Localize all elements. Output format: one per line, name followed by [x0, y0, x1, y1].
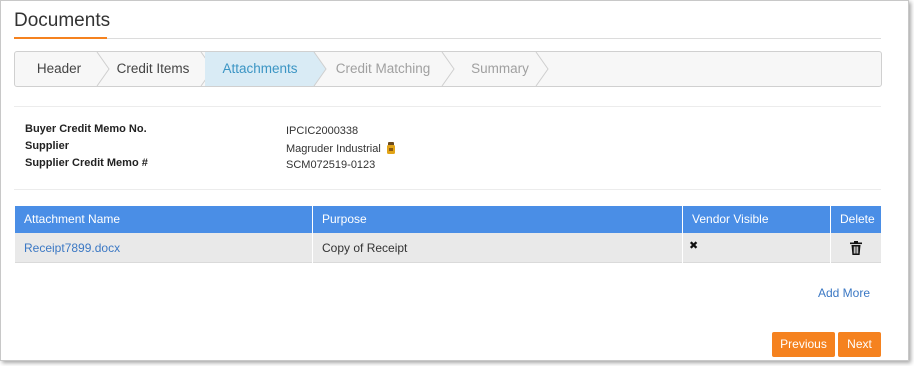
col-purpose[interactable]: Purpose	[313, 206, 683, 233]
step-separator	[441, 52, 455, 86]
table-row: Receipt7899.docx Copy of Receipt ✖	[15, 233, 881, 263]
attachments-table: Attachment Name Purpose Vendor Visible D…	[15, 206, 881, 263]
supplier-badge-icon[interactable]	[386, 142, 396, 154]
title-divider	[14, 38, 881, 39]
step-separator	[535, 52, 549, 86]
supplier-memo-value: SCM072519-0123	[286, 159, 376, 171]
vendor-visible-cell: ✖	[683, 233, 831, 263]
step-separator	[96, 52, 110, 86]
previous-button[interactable]: Previous	[772, 332, 835, 357]
page-title: Documents	[14, 10, 111, 31]
step-credit-matching[interactable]: Credit Matching	[327, 52, 439, 86]
col-attachment-name[interactable]: Attachment Name	[15, 206, 313, 233]
attachment-link[interactable]: Receipt7899.docx	[24, 241, 120, 255]
step-attachments[interactable]: Attachments	[205, 52, 315, 86]
supplier-label: Supplier	[25, 140, 70, 152]
add-more-link[interactable]: Add More	[818, 286, 870, 300]
attachment-name-cell: Receipt7899.docx	[15, 233, 313, 263]
wizard-steps: Header Credit Items Attachments Credit M…	[14, 51, 882, 87]
documents-panel: Documents Header Credit Items Attachment…	[0, 0, 909, 361]
supplier-value: Magruder Industrial	[286, 143, 381, 155]
title-accent-underline	[14, 37, 107, 39]
buyer-memo-label: Buyer Credit Memo No.	[25, 123, 147, 135]
section-divider	[14, 106, 881, 107]
step-attachments-label: Attachments	[222, 61, 298, 76]
step-credit-items-label: Credit Items	[116, 61, 190, 76]
delete-cell	[831, 233, 881, 263]
step-credit-items[interactable]: Credit Items	[109, 52, 197, 86]
table-header: Attachment Name Purpose Vendor Visible D…	[15, 206, 881, 233]
step-header-label: Header	[36, 61, 82, 76]
col-delete: Delete	[840, 212, 875, 226]
section-divider	[14, 189, 881, 190]
col-vendor-visible[interactable]: Vendor Visible	[683, 206, 831, 233]
step-credit-matching-label: Credit Matching	[335, 61, 431, 76]
step-summary-label: Summary	[471, 61, 529, 76]
vendor-visible-value: ✖	[689, 240, 699, 252]
supplier-memo-label: Supplier Credit Memo #	[25, 157, 148, 169]
buyer-memo-value: IPCIC2000338	[286, 125, 359, 137]
step-header[interactable]: Header	[15, 52, 103, 86]
supplier-value-wrap: Magruder Industrial	[286, 142, 396, 155]
next-button[interactable]: Next	[838, 332, 881, 357]
step-separator-active	[313, 52, 327, 86]
trash-icon[interactable]	[850, 241, 862, 255]
step-summary[interactable]: Summary	[455, 52, 545, 86]
purpose-cell: Copy of Receipt	[313, 233, 683, 263]
